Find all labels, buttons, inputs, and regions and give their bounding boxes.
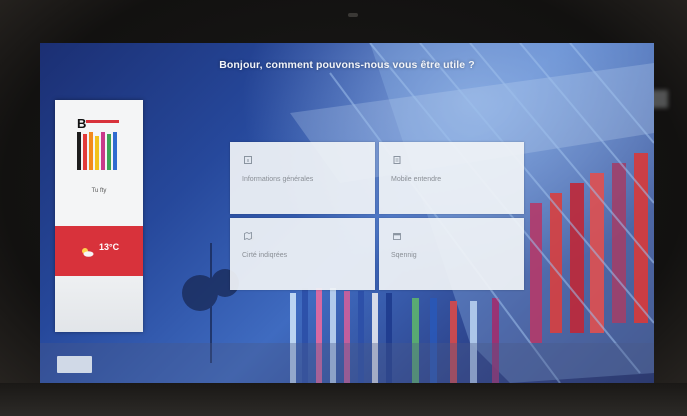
tile-maps[interactable]: Cirté indiqrées bbox=[230, 218, 375, 290]
info-icon bbox=[244, 156, 252, 164]
tile-mobile[interactable]: Mobile entendre bbox=[379, 142, 524, 214]
map-icon bbox=[244, 232, 252, 240]
weather-panel: 13°C bbox=[55, 226, 143, 276]
city-name: Tu fty bbox=[91, 188, 107, 194]
tile-label: Sqennig bbox=[391, 252, 417, 259]
greeting-title: Bonjour, comment pouvons-nous vous être … bbox=[219, 59, 475, 71]
tile-agenda[interactable]: Sqennig bbox=[379, 218, 524, 290]
home-button[interactable] bbox=[57, 356, 92, 373]
sidebar-widget: B Tu fty 13°C bbox=[55, 100, 143, 332]
sidebar-lower-area bbox=[55, 276, 143, 332]
kiosk-screen: Bonjour, comment pouvons-nous vous être … bbox=[40, 43, 654, 383]
tv-bottom-bezel bbox=[0, 383, 687, 416]
camera-sensor bbox=[348, 13, 358, 17]
calendar-icon bbox=[393, 233, 401, 240]
tile-label: Mobile entendre bbox=[391, 176, 442, 183]
document-icon bbox=[393, 156, 401, 164]
svg-text:B: B bbox=[77, 116, 86, 131]
tile-general-info[interactable]: Informations générales bbox=[230, 142, 375, 214]
cloud-sun-icon bbox=[82, 248, 94, 257]
tile-label: Cirté indiqrées bbox=[242, 252, 288, 259]
weather-temperature: 13°C bbox=[99, 242, 120, 252]
tile-label: Informations générales bbox=[242, 176, 314, 183]
city-logo: B bbox=[77, 116, 119, 170]
